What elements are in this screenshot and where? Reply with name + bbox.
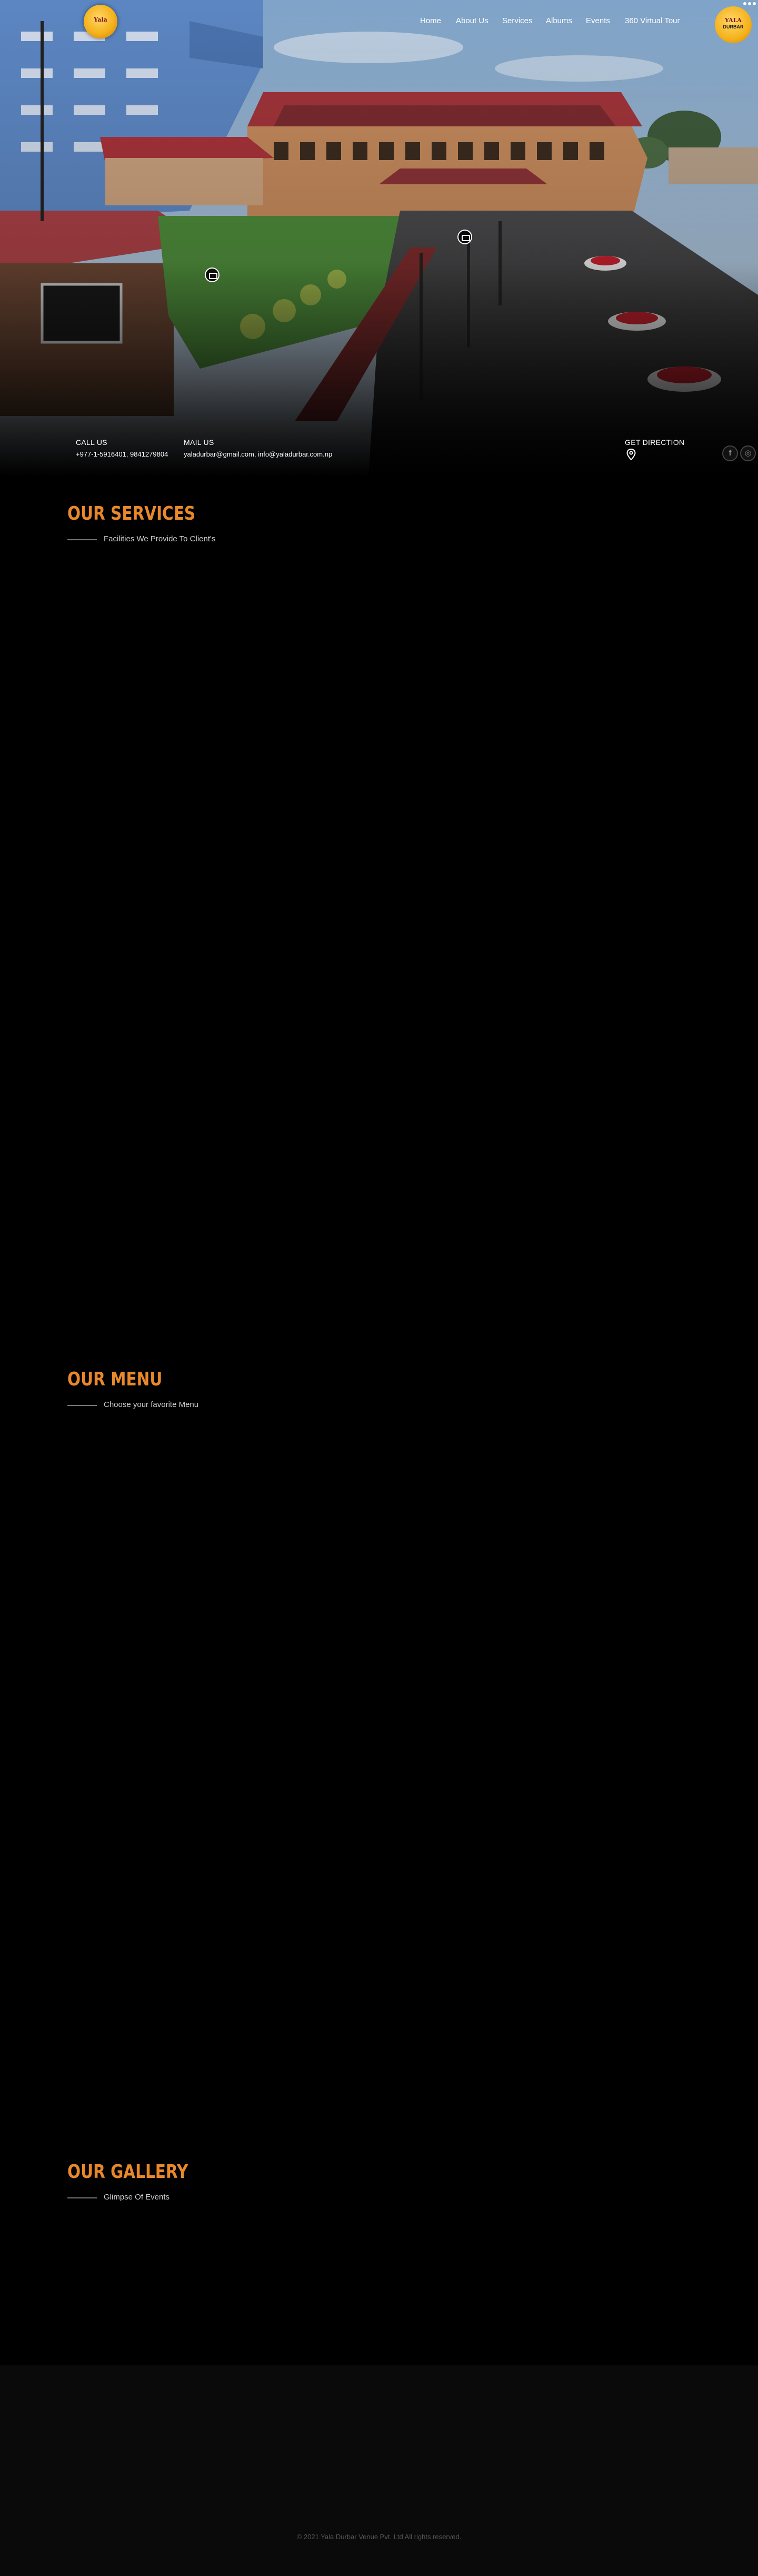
services-subtitle: Facilities We Provide To Client's [104,534,216,543]
logo-text: Yala [94,16,107,23]
services-divider [67,539,97,540]
nav-about-us[interactable]: About Us [456,16,488,25]
gallery-subtitle: Glimpse Of Events [104,2193,170,2202]
nav-albums[interactable]: Albums [546,16,572,25]
more-options-icon[interactable] [743,2,756,5]
menu-divider [67,1405,97,1406]
facebook-icon[interactable]: f [722,445,738,461]
call-us-label: CALL US [76,438,107,447]
call-us-value[interactable]: +977-1-5916401, 9841279804 [76,450,168,458]
menu-title: OUR MENU [67,1369,163,1390]
nav-virtual-tour[interactable]: 360 Virtual Tour [625,16,680,25]
nav-home[interactable]: Home [420,16,441,25]
footer [0,2365,758,2576]
photo-marker-icon[interactable] [205,267,220,282]
mail-us-label: MAIL US [184,438,214,447]
hero-section [0,0,758,477]
site-logo[interactable]: Yala [84,5,117,38]
get-direction-label[interactable]: GET DIRECTION [625,438,684,447]
secondary-logo-line1: YALA [725,17,742,24]
photo-marker-icon[interactable] [457,230,472,244]
mail-us-value[interactable]: yaladurbar@gmail.com, info@yaladurbar.co… [184,450,332,458]
hero-overlay [0,0,758,477]
nav-events[interactable]: Events [586,16,610,25]
copyright-text: © 2021 Yala Durbar Venue Pvt. Ltd All ri… [296,2533,462,2541]
secondary-logo: YALA DURBAR [715,6,752,43]
map-pin-icon[interactable] [626,449,636,460]
menu-subtitle: Choose your favorite Menu [104,1400,199,1409]
instagram-icon[interactable]: ◎ [740,445,756,461]
nav-services[interactable]: Services [502,16,533,25]
gallery-title: OUR GALLERY [67,2161,188,2183]
gallery-divider [67,2197,97,2198]
secondary-logo-line2: DURBAR [723,24,744,29]
services-title: OUR SERVICES [67,503,196,524]
